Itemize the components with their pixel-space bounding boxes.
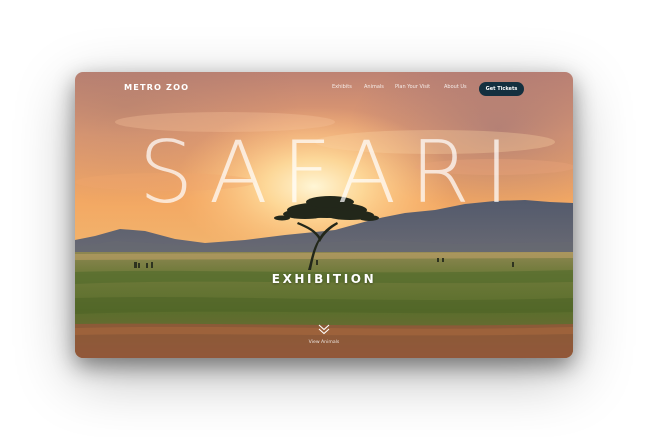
view-animals-label[interactable]: View Animals: [299, 340, 349, 345]
hero-subtitle: EXHIBITION: [271, 272, 377, 286]
nav-link-animals[interactable]: Animals: [364, 84, 384, 90]
metro-zoo-logo[interactable]: METRO ZOO: [124, 82, 189, 92]
hero-card: METRO ZOO Exhibits Animals Plan Your Vis…: [75, 72, 573, 358]
hero-title: SAFARI: [138, 123, 524, 223]
nav-link-plan-your-visit[interactable]: Plan Your Visit: [395, 84, 430, 90]
nav-link-about-us[interactable]: About Us: [444, 84, 467, 90]
top-navigation: METRO ZOO Exhibits Animals Plan Your Vis…: [75, 72, 573, 106]
chevron-down-icon[interactable]: [317, 324, 331, 336]
nav-link-exhibits[interactable]: Exhibits: [332, 84, 352, 90]
view-animals-link[interactable]: View Animals: [299, 324, 349, 350]
get-tickets-button[interactable]: Get Tickets: [479, 82, 524, 96]
